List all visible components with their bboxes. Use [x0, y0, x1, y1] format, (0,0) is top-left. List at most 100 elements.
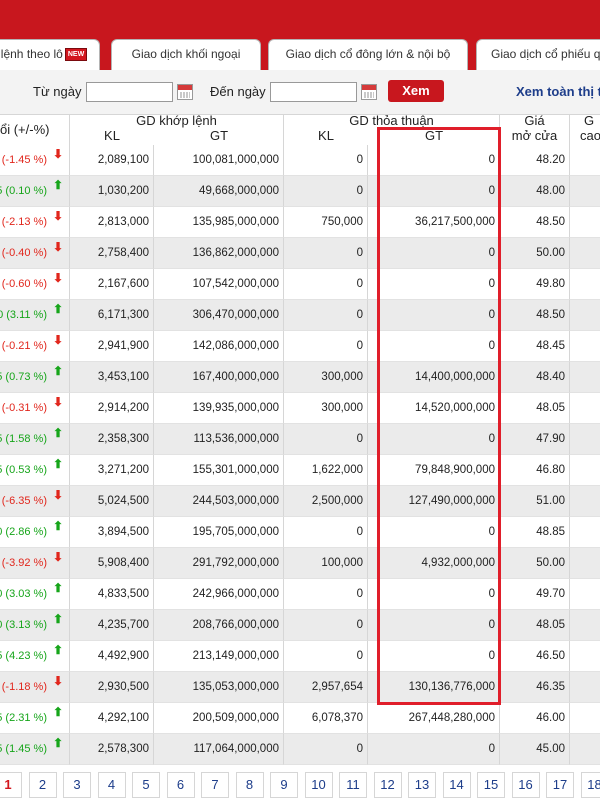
page-link-6[interactable]: 6: [166, 772, 195, 798]
cell-change: 5 (0.10 %) ⬆: [0, 176, 70, 207]
cell-change: 5 (1.45 %) ⬆: [0, 734, 70, 765]
page-link-14[interactable]: 14: [442, 772, 471, 798]
cell-high-price: [570, 548, 600, 579]
to-date-input[interactable]: [270, 82, 357, 102]
change-value: 5 (1.58 %): [0, 433, 47, 445]
tab-foreign-trading[interactable]: Giao dịch khối ngoại: [111, 39, 261, 70]
cell-negotiated-gt: 0: [368, 734, 500, 765]
page-link-5[interactable]: 5: [132, 772, 160, 798]
arrow-down-icon: ⬇: [52, 271, 63, 285]
view-button[interactable]: Xem: [388, 80, 444, 102]
cell-change: 5 (1.58 %) ⬆: [0, 424, 70, 455]
cell-matched-gt: 113,536,000,000: [154, 424, 284, 455]
cell-negotiated-kl: 0: [284, 734, 368, 765]
arrow-up-icon: ⬆: [52, 736, 63, 750]
cell-open-price: 46.00: [500, 703, 570, 734]
cell-open-price: 47.90: [500, 424, 570, 455]
from-date-label: Từ ngày: [33, 84, 82, 99]
calendar-icon[interactable]: [361, 84, 377, 100]
highlight-box-negotiated-value: [377, 127, 501, 705]
header-negotiated-kl: KL: [318, 128, 334, 143]
cell-matched-kl: 2,914,200: [70, 393, 154, 424]
page-link-17[interactable]: 17: [546, 772, 574, 798]
page-link-2[interactable]: 2: [28, 772, 57, 798]
change-value: (-0.31 %): [1, 402, 47, 414]
cell-negotiated-kl: 0: [284, 176, 368, 207]
header-change: ổi (+/-%): [0, 114, 70, 145]
page-link-1[interactable]: 1: [0, 772, 22, 798]
cell-high-price: [570, 424, 600, 455]
tab-treasury-stock-trading[interactable]: Giao dịch cổ phiếu q: [476, 39, 600, 70]
cell-matched-kl: 3,271,200: [70, 455, 154, 486]
cell-open-price: 48.40: [500, 362, 570, 393]
cell-negotiated-kl: 0: [284, 300, 368, 331]
cell-negotiated-kl: 300,000: [284, 393, 368, 424]
cell-matched-gt: 195,705,000,000: [154, 517, 284, 548]
cell-negotiated-gt: 267,448,280,000: [368, 703, 500, 734]
cell-matched-gt: 291,792,000,000: [154, 548, 284, 579]
arrow-up-icon: ⬆: [52, 643, 63, 657]
page-link-9[interactable]: 9: [270, 772, 298, 798]
tab-label: Giao dịch khối ngoại: [131, 47, 241, 61]
cell-matched-gt: 242,966,000,000: [154, 579, 284, 610]
cell-open-price: 48.05: [500, 610, 570, 641]
table-row: 5 (0.73 %) ⬆ 3,453,100 167,400,000,000 300,0…: [0, 362, 600, 393]
cell-matched-kl: 4,833,500: [70, 579, 154, 610]
change-value: 0 (3.03 %): [0, 588, 47, 600]
cell-change: (-6.35 %) ⬇: [0, 486, 70, 517]
change-value: 5 (0.53 %): [0, 464, 47, 476]
cell-high-price: [570, 362, 600, 393]
cell-matched-gt: 135,053,000,000: [154, 672, 284, 703]
change-value: 5 (1.45 %): [0, 743, 47, 755]
page-link-8[interactable]: 8: [235, 772, 264, 798]
cell-matched-gt: 213,149,000,000: [154, 641, 284, 672]
cell-open-price: 46.50: [500, 641, 570, 672]
page-link-3[interactable]: 3: [63, 772, 91, 798]
cell-matched-kl: 2,167,600: [70, 269, 154, 300]
cell-change: 5 (0.53 %) ⬆: [0, 455, 70, 486]
cell-high-price: [570, 300, 600, 331]
cell-open-price: 51.00: [500, 486, 570, 517]
page-link-18[interactable]: 18: [580, 772, 600, 798]
page-link-7[interactable]: 7: [201, 772, 229, 798]
cell-high-price: [570, 207, 600, 238]
table-row: (-3.92 %) ⬇ 5,908,400 291,792,000,000 100,00…: [0, 548, 600, 579]
page-link-12[interactable]: 12: [373, 772, 402, 798]
table-row: (-0.21 %) ⬇ 2,941,900 142,086,000,000 0 0 48.4…: [0, 331, 600, 362]
table-row: 0 (2.86 %) ⬆ 3,894,500 195,705,000,000 0 0 48.…: [0, 517, 600, 548]
page-link-11[interactable]: 11: [339, 772, 367, 798]
trading-table: ổi (+/-%) GD khớp lệnh KL GT GD thỏa thu…: [0, 113, 600, 770]
cell-change: (-0.40 %) ⬇: [0, 238, 70, 269]
cell-negotiated-kl: 1,622,000: [284, 455, 368, 486]
cell-matched-kl: 2,930,500: [70, 672, 154, 703]
arrow-down-icon: ⬇: [52, 488, 63, 502]
pagination: 1 2 3 4 5 6 7 8 9 10 11 12 13 14 15 16 17 18: [0, 770, 600, 800]
table-row: 5 (4.23 %) ⬆ 4,492,900 213,149,000,000 0 0 46.…: [0, 641, 600, 672]
cell-matched-gt: 100,081,000,000: [154, 145, 284, 176]
arrow-up-icon: ⬆: [52, 426, 63, 440]
view-all-market-link[interactable]: Xem toàn thị tr: [516, 84, 600, 99]
tab-order-by-lot[interactable]: lệnh theo lô NEW: [0, 39, 100, 70]
cell-negotiated-kl: 300,000: [284, 362, 368, 393]
arrow-up-icon: ⬆: [52, 364, 63, 378]
cell-high-price: [570, 517, 600, 548]
cell-change: (-0.60 %) ⬇: [0, 269, 70, 300]
page-link-13[interactable]: 13: [408, 772, 436, 798]
tab-major-shareholder-trading[interactable]: Giao dịch cổ đông lớn & nội bộ: [268, 39, 468, 70]
calendar-icon[interactable]: [177, 84, 193, 100]
table-row: 5 (1.58 %) ⬆ 2,358,300 113,536,000,000 0 0 47.…: [0, 424, 600, 455]
header-matched-gt: GT: [209, 128, 229, 143]
arrow-up-icon: ⬆: [52, 519, 63, 533]
cell-open-price: 45.00: [500, 734, 570, 765]
cell-negotiated-kl: 100,000: [284, 548, 368, 579]
page-link-16[interactable]: 16: [511, 772, 540, 798]
page-link-4[interactable]: 4: [97, 772, 126, 798]
page-link-15[interactable]: 15: [477, 772, 505, 798]
page-link-10[interactable]: 10: [304, 772, 333, 798]
table-row: (-0.31 %) ⬇ 2,914,200 139,935,000,000 300,00…: [0, 393, 600, 424]
table-row: (-6.35 %) ⬇ 5,024,500 244,503,000,000 2,500,…: [0, 486, 600, 517]
table-row: 5 (2.31 %) ⬆ 4,292,100 200,509,000,000 6,078…: [0, 703, 600, 734]
cell-open-price: 48.20: [500, 145, 570, 176]
from-date-input[interactable]: [86, 82, 173, 102]
cell-high-price: [570, 176, 600, 207]
